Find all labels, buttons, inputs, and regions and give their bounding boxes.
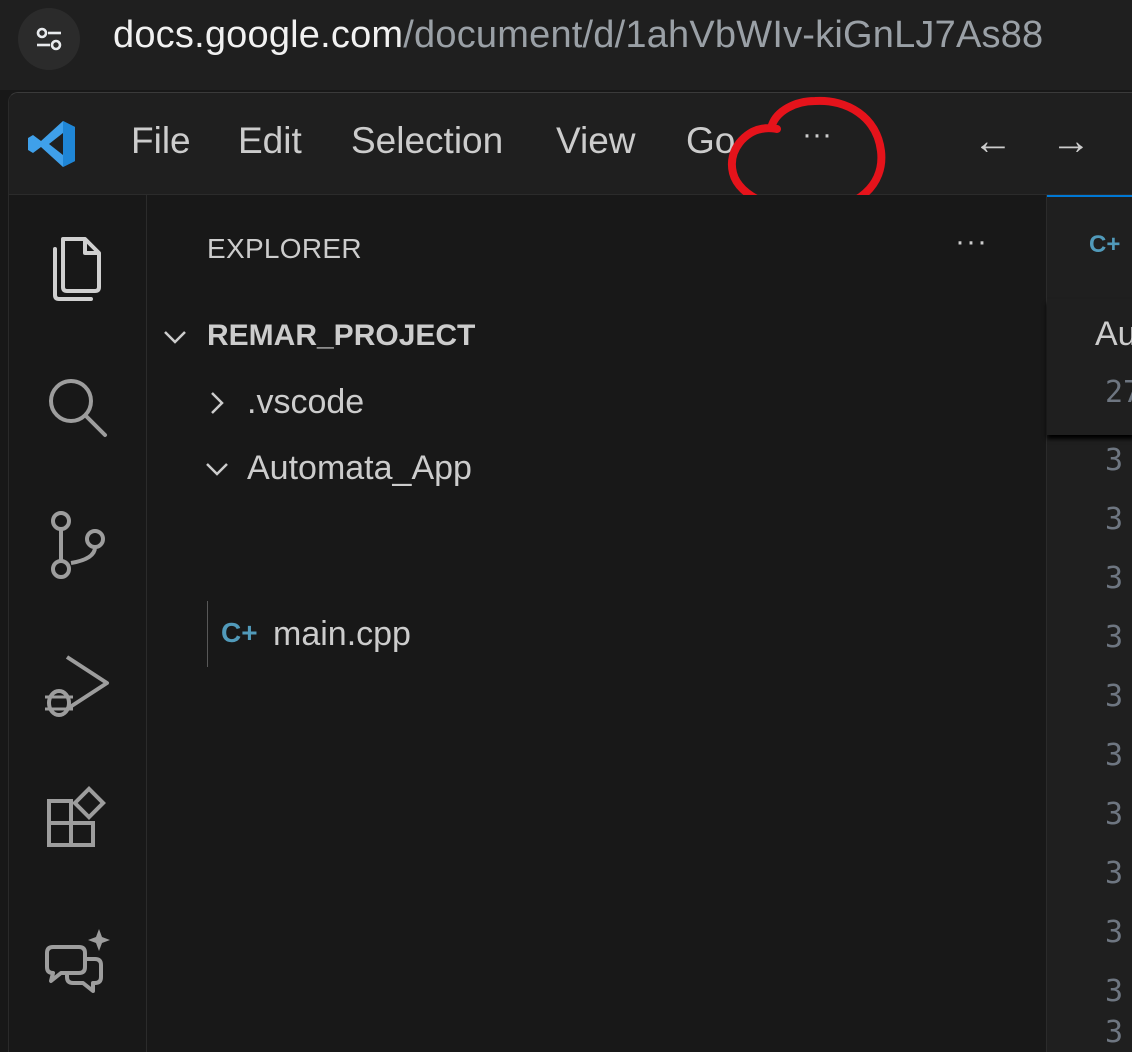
url-field[interactable]: docs.google.com/document/d/1ahVbWIv-kiGn… (113, 14, 1043, 57)
editor-area: C+ Au 27 3 3 3 3 3 3 3 3 3 3 3 (1046, 195, 1132, 1052)
extensions-icon (47, 786, 106, 847)
run-debug-icon (45, 655, 109, 717)
editor-tab-main-cpp[interactable]: C+ (1047, 195, 1132, 295)
tree-item-label: Automata_App (247, 449, 472, 487)
tree-item-label: .vscode (247, 383, 365, 421)
forward-arrow-icon[interactable]: → (1051, 119, 1091, 164)
line-number: 3 (1105, 679, 1124, 714)
menu-go[interactable]: Go (686, 120, 735, 162)
run-debug-activity-button[interactable] (37, 645, 117, 725)
explorer-activity-button[interactable] (37, 229, 117, 309)
project-folder-row[interactable]: REMAR_PROJECT (147, 307, 1045, 367)
line-number: 3 (1105, 561, 1124, 596)
menu-file[interactable]: File (131, 120, 191, 162)
title-bar: File Edit Selection View Go ··· ← → (9, 93, 1132, 216)
line-number: 3 (1105, 443, 1124, 478)
tree-row-automata-app[interactable]: Automata_App (147, 439, 1045, 499)
extensions-activity-button[interactable] (37, 783, 117, 863)
chat-activity-button[interactable] (37, 923, 117, 1003)
chevron-down-icon (206, 463, 228, 476)
tune-icon (36, 27, 62, 51)
menu-edit[interactable]: Edit (238, 120, 302, 162)
more-menu-button[interactable]: ··· (789, 115, 845, 161)
line-number: 3 (1105, 502, 1124, 537)
chat-icon (45, 929, 110, 993)
tree-item-label: main.cpp (273, 615, 411, 653)
chevron-down-icon (164, 331, 186, 344)
project-name: REMAR_PROJECT (207, 319, 476, 352)
source-control-icon (51, 511, 105, 579)
line-number: 3 (1105, 974, 1124, 1009)
vscode-logo-icon (28, 121, 75, 167)
files-icon (53, 237, 101, 301)
line-number: 3 (1105, 797, 1124, 832)
line-number: 3 (1105, 1015, 1124, 1050)
url-host: docs.google.com (113, 14, 404, 56)
cpp-file-icon: C+ (1089, 231, 1121, 258)
search-activity-button[interactable] (37, 367, 117, 447)
source-control-activity-button[interactable] (37, 505, 117, 585)
menu-selection[interactable]: Selection (351, 120, 503, 162)
explorer-sidebar: EXPLORER ··· REMAR_PROJECT .vscode Autom… (147, 195, 1045, 1052)
line-number: 3 (1105, 620, 1124, 655)
cpp-file-icon: C+ (221, 617, 258, 648)
breadcrumb[interactable]: Au (1095, 315, 1132, 354)
line-number: 3 (1105, 738, 1124, 773)
menu-view[interactable]: View (556, 120, 636, 162)
chevron-right-icon (211, 392, 224, 414)
sticky-line-number: 27 (1105, 375, 1132, 410)
tree-row-vscode[interactable]: .vscode (147, 373, 1045, 433)
browser-address-bar: docs.google.com/document/d/1ahVbWIv-kiGn… (0, 0, 1132, 90)
site-info-button[interactable] (18, 8, 80, 70)
activity-bar (9, 195, 147, 1052)
tree-row-main-cpp[interactable]: C+ main.cpp (147, 605, 1045, 665)
explorer-more-button[interactable]: ··· (955, 225, 988, 259)
line-number: 3 (1105, 915, 1124, 950)
search-icon (49, 379, 107, 437)
back-arrow-icon[interactable]: ← (973, 119, 1013, 164)
explorer-title: EXPLORER (207, 233, 362, 264)
url-path: /document/d/1ahVbWIv-kiGnLJ7As88 (403, 14, 1044, 56)
vscode-window: File Edit Selection View Go ··· ← → EXPL… (8, 92, 1132, 1052)
line-number: 3 (1105, 856, 1124, 891)
